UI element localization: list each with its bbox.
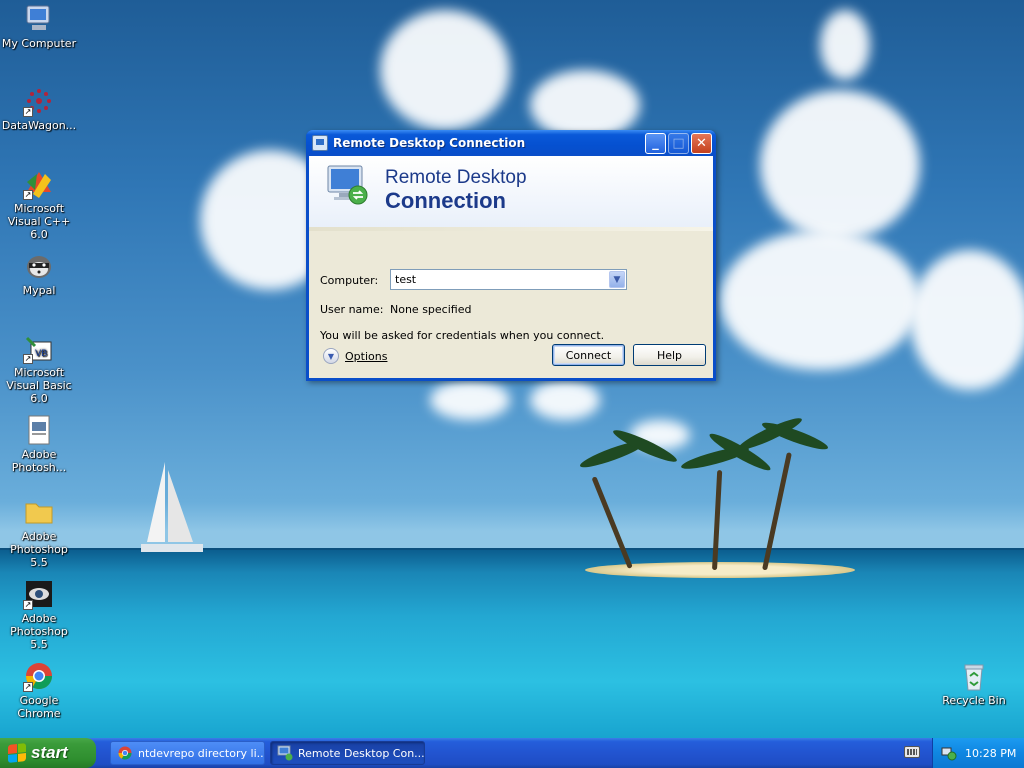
- cloud: [720, 230, 920, 370]
- desktop-icon-photoshop-folder[interactable]: Adobe Photoshop 5.5: [0, 496, 78, 569]
- remote-desktop-dialog: Remote Desktop Connection _ □ ✕ Remote D…: [306, 130, 716, 381]
- taskbar-item-label: ntdevrepo directory li...: [138, 746, 265, 760]
- shortcut-arrow-icon: ↗: [23, 600, 33, 610]
- minimize-button[interactable]: _: [645, 133, 666, 154]
- taskbar-item-chrome[interactable]: ntdevrepo directory li...: [110, 741, 265, 765]
- username-label: User name:: [320, 303, 384, 316]
- mypal-icon: [23, 250, 55, 282]
- help-button[interactable]: Help: [633, 344, 706, 366]
- svg-text:VB: VB: [35, 349, 47, 359]
- dialog-title: Remote Desktop Connection: [333, 136, 526, 150]
- taskbar: start ntdevrepo directory li... Remote D…: [0, 738, 1024, 768]
- connect-button[interactable]: Connect: [552, 344, 625, 366]
- cloud: [820, 10, 870, 80]
- cloud: [430, 380, 510, 420]
- chrome-icon: [118, 746, 132, 760]
- shortcut-arrow-icon: ↗: [23, 354, 33, 364]
- desktop-icon-photoshop-file[interactable]: Adobe Photosh...: [0, 414, 78, 474]
- desktop-icon-mypal[interactable]: Mypal: [0, 250, 78, 297]
- cloud: [380, 10, 510, 130]
- network-icon[interactable]: [941, 745, 957, 761]
- desktop-icon-label: Adobe Photoshop 5.5: [10, 530, 68, 569]
- maximize-button[interactable]: □: [668, 133, 689, 154]
- taskbar-item-label: Remote Desktop Con...: [298, 746, 425, 760]
- start-button[interactable]: start: [0, 738, 96, 768]
- desktop-icon-label: My Computer: [1, 37, 77, 50]
- desktop-icon-label: Adobe Photoshop 5.5: [10, 612, 68, 651]
- banner-title-line1: Remote Desktop: [385, 167, 527, 188]
- shortcut-arrow-icon: ↗: [23, 682, 33, 692]
- dialog-titlebar[interactable]: Remote Desktop Connection _ □ ✕: [306, 130, 716, 156]
- clock[interactable]: 10:28 PM: [965, 747, 1016, 760]
- desktop-icon-label: Microsoft Visual C++ 6.0: [7, 202, 71, 241]
- close-button[interactable]: ✕: [691, 133, 712, 154]
- desktop-icon-datawagon[interactable]: ↗ DataWagon...: [0, 85, 78, 132]
- my-computer-icon: [23, 3, 55, 35]
- computer-combobox[interactable]: test ▼: [390, 269, 627, 290]
- dialog-client-area: Remote Desktop Connection Computer: test…: [309, 156, 713, 378]
- desktop-icon-label: Microsoft Visual Basic 6.0: [6, 366, 72, 405]
- shortcut-arrow-icon: ↗: [23, 107, 33, 117]
- datawagon-icon: ↗: [23, 85, 55, 117]
- desktop-icon-label: DataWagon...: [1, 119, 77, 132]
- credentials-note: You will be asked for credentials when y…: [320, 329, 605, 342]
- desktop-icon-visual-basic[interactable]: VB ↗ Microsoft Visual Basic 6.0: [0, 332, 78, 405]
- visual-cpp-icon: ↗: [23, 168, 55, 200]
- options-label: Options: [345, 349, 388, 363]
- desktop-icon-label: Adobe Photosh...: [11, 448, 67, 474]
- remote-desktop-monitor-icon: [327, 165, 368, 205]
- recycle-bin-icon: [958, 660, 990, 692]
- system-tray: 10:28 PM: [932, 738, 1024, 768]
- cloud: [910, 250, 1024, 390]
- desktop-icon-recycle-bin[interactable]: Recycle Bin: [935, 660, 1013, 707]
- desktop-icon-visual-cpp[interactable]: ↗ Microsoft Visual C++ 6.0: [0, 168, 78, 241]
- dialog-banner: Remote Desktop Connection: [309, 156, 713, 231]
- remote-desktop-icon: [312, 135, 328, 151]
- photoshop-eye-icon: ↗: [23, 578, 55, 610]
- desktop-icon-label: Recycle Bin: [942, 694, 1006, 707]
- chevron-down-icon[interactable]: ▼: [609, 271, 625, 288]
- computer-label: Computer:: [320, 274, 379, 287]
- start-label: start: [31, 743, 68, 762]
- shortcut-arrow-icon: ↗: [23, 190, 33, 200]
- remote-desktop-icon: [277, 745, 293, 761]
- banner-stripe: [309, 227, 713, 231]
- sea: [0, 550, 1024, 738]
- folder-icon: [23, 496, 55, 528]
- keyboard-icon[interactable]: [904, 746, 920, 758]
- windows-flag-icon: [8, 743, 26, 763]
- options-toggle[interactable]: ▼ Options: [323, 348, 387, 364]
- banner-title-line2: Connection: [385, 188, 506, 213]
- visual-basic-icon: VB ↗: [23, 332, 55, 364]
- chrome-icon: ↗: [23, 660, 55, 692]
- cloud: [760, 90, 920, 240]
- cloud: [530, 380, 600, 420]
- computer-value: test: [395, 273, 417, 286]
- taskbar-item-remote-desktop[interactable]: Remote Desktop Con...: [270, 741, 425, 765]
- desktop-icon-label: Google Chrome: [17, 694, 61, 720]
- sailboat: [141, 462, 203, 552]
- photoshop-file-icon: [23, 414, 55, 446]
- desktop-icon-label: Mypal: [22, 284, 56, 297]
- username-value: None specified: [390, 303, 472, 316]
- desktop-icon-my-computer[interactable]: My Computer: [0, 3, 78, 50]
- desktop-icon-photoshop[interactable]: ↗ Adobe Photoshop 5.5: [0, 578, 78, 651]
- desktop-icon-google-chrome[interactable]: ↗ Google Chrome: [0, 660, 78, 720]
- expand-down-icon: ▼: [323, 348, 339, 364]
